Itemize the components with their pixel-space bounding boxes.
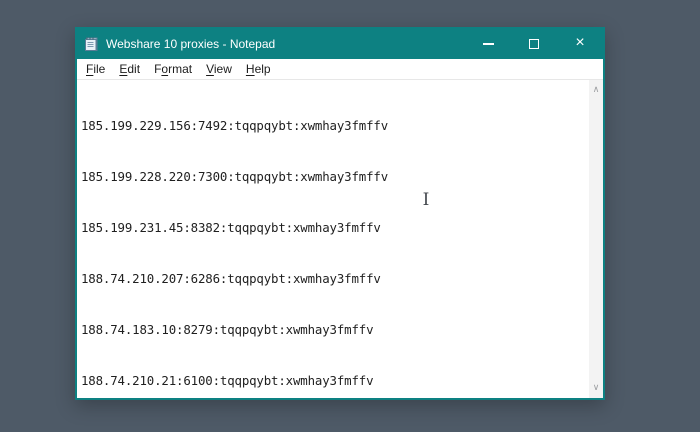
maximize-icon [529, 39, 539, 49]
proxy-line: 185.199.228.220:7300:tqqpqybt:xwmhay3fmf… [81, 169, 389, 184]
minimize-button[interactable] [465, 29, 511, 59]
menu-help[interactable]: Help [239, 60, 278, 79]
scroll-down-icon[interactable]: ∨ [589, 380, 603, 396]
vertical-scrollbar[interactable]: ∧ ∨ [589, 80, 603, 398]
menubar: File Edit Format View Help [77, 59, 603, 80]
proxy-line: 185.199.231.45:8382:tqqpqybt:xwmhay3fmff… [81, 220, 381, 235]
scroll-up-icon[interactable]: ∧ [589, 82, 603, 98]
close-icon: × [575, 34, 585, 51]
notepad-window: Webshare 10 proxies - Notepad × File Edi… [75, 27, 605, 400]
minimize-icon [482, 43, 494, 45]
window-title: Webshare 10 proxies - Notepad [106, 37, 276, 51]
proxy-line: 188.74.210.207:6286:tqqpqybt:xwmhay3fmff… [81, 271, 381, 286]
menu-edit[interactable]: Edit [112, 60, 147, 79]
proxy-line: 188.74.210.21:6100:tqqpqybt:xwmhay3fmffv [81, 373, 374, 388]
notepad-icon [85, 37, 98, 51]
text-editor[interactable]: 185.199.229.156:7492:tqqpqybt:xwmhay3fmf… [77, 80, 589, 398]
menu-view[interactable]: View [199, 60, 239, 79]
menu-format[interactable]: Format [147, 60, 199, 79]
menu-file[interactable]: File [79, 60, 112, 79]
content-area: 185.199.229.156:7492:tqqpqybt:xwmhay3fmf… [77, 80, 603, 398]
desktop-background: Webshare 10 proxies - Notepad × File Edi… [0, 0, 700, 432]
proxy-line: 188.74.183.10:8279:tqqpqybt:xwmhay3fmffv [81, 322, 374, 337]
maximize-button[interactable] [511, 29, 557, 59]
proxy-line: 185.199.229.156:7492:tqqpqybt:xwmhay3fmf… [81, 118, 389, 133]
titlebar[interactable]: Webshare 10 proxies - Notepad × [77, 29, 603, 59]
close-button[interactable]: × [557, 29, 603, 59]
window-controls: × [465, 29, 603, 59]
